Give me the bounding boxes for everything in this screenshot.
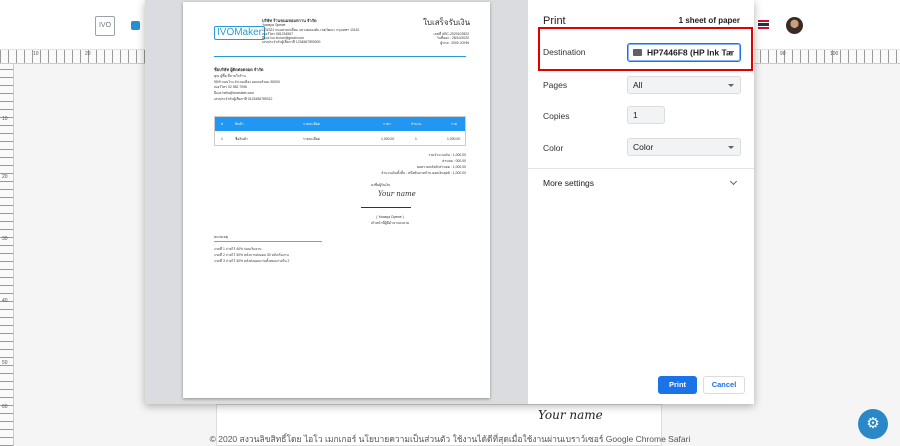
more-settings-toggle[interactable]: More settings (543, 178, 594, 188)
footer-text: © 2020 สงวนลิขสิทธิ์โดย ไอโว เมกเกอร์ นโ… (209, 434, 691, 444)
avatar[interactable] (786, 17, 803, 34)
gear-icon[interactable]: ⚙ (858, 409, 888, 439)
app-logo-icon[interactable]: IVO (95, 16, 115, 36)
thai-flag-icon[interactable] (758, 20, 769, 29)
company-line: เลขประจำตัวผู้เสียภาษี 1234567890000 (262, 40, 321, 45)
print-preview: IVOMaker บริษัท ร้านขนมหอมหวาน จำกัด Yow… (145, 0, 528, 404)
chevron-down-icon (728, 146, 734, 149)
doc-seller: ผู้ขาย : 2000 JOHN (440, 40, 469, 45)
table-cell: 1 (221, 137, 223, 141)
document-meta: เลขที่ #RC-2020102822 วันที่ออก : 28/10/… (409, 32, 469, 45)
sheet-count: 1 sheet of paper (678, 16, 740, 25)
color-value: Color (633, 142, 654, 152)
customer-line: อีเมล hello@ivomaker.com (214, 91, 254, 96)
vertical-ruler: 10 20 30 40 50 60 (0, 64, 14, 446)
company-logo: IVOMaker (214, 26, 266, 40)
customer-line: เลขประจำตัวผู้เสียภาษี 0123456789012 (214, 96, 273, 101)
note-line: งวดที่ 2 จ่ายไว้ 30% หลังจากส่งมอบ 30 หล… (214, 253, 289, 257)
total-line: ส่วนลด : 000.00 (442, 159, 466, 164)
company-info: บริษัท ร้านขนมหอมหวาน จำกัด Yowaya Opewe… (262, 18, 372, 45)
column-header: จำนวน (411, 122, 422, 126)
customer-info: ชื่อบริษัท ผู้ติดต่อตลอด จำกัด คุณ ผู้ซื… (214, 67, 344, 103)
column-header: รายละเอียด (303, 122, 320, 126)
customer-line: คุณ ผู้ซื้อ ที่ภายใจร้าน (214, 73, 246, 78)
notes-block: หมายเหตุ งวดที่ 1 จ่ายไว้ 40% ก่อนเริ่มง… (214, 234, 364, 264)
copies-value: 1 (633, 110, 638, 120)
ruler-label: 60 (2, 404, 8, 410)
column-header: สินค้า (235, 122, 244, 126)
table-header: # สินค้า รายละเอียด ราคา จำนวน รวม (215, 117, 465, 131)
table-cell: ชื่อสินค้า (235, 137, 248, 141)
contact-icon[interactable] (131, 21, 140, 30)
table-cell: รายละเอียด (303, 137, 320, 141)
totals-block: รวมจำนวนเงิน : 1,000.00 ส่วนลด : 000.00 … (339, 152, 466, 176)
customer-name: ชื่อบริษัท ผู้ติดต่อตลอด จำกัด (214, 67, 264, 72)
sign-label: ลงชื่อผู้รับเงิน (371, 183, 391, 187)
copies-input[interactable]: 1 (627, 106, 665, 124)
cancel-button[interactable]: Cancel (703, 376, 745, 394)
destination-highlight-box (538, 27, 753, 71)
signer-role: เจ้าหน้าที่ผู้มีอำนาจลงนาม (370, 221, 410, 225)
customer-line: 99/9 ถนนโรง อำเภอเมือง อดเดอร์รอน 50000 (214, 79, 280, 84)
settings-divider (528, 168, 754, 169)
ruler-label: 20 (85, 51, 91, 57)
header-divider (214, 56, 466, 57)
color-select[interactable]: Color (627, 138, 741, 156)
pages-select[interactable]: All (627, 76, 741, 94)
ruler-label: 90 (780, 51, 786, 57)
ruler-label: 100 (830, 51, 839, 57)
column-header: รวม (451, 122, 457, 126)
signature: Your name (378, 190, 416, 198)
document-title: ใบเสร็จรับเงิน (423, 18, 471, 27)
items-table: # สินค้า รายละเอียด ราคา จำนวน รวม 1 ชื่… (214, 116, 466, 146)
notes-title: หมายเหตุ (214, 235, 228, 239)
preview-page: IVOMaker บริษัท ร้านขนมหอมหวาน จำกัด Yow… (183, 2, 490, 398)
table-cell: 1,000.00 (381, 137, 395, 141)
ruler-label: 40 (2, 298, 8, 304)
table-cell: 1 (415, 137, 417, 141)
pages-label: Pages (543, 80, 568, 90)
signer-name: ( Yowaya Opewe ) (376, 215, 404, 219)
copies-label: Copies (543, 111, 570, 121)
total-line: จำนวนเงินทั้งสิ้น : หนึ่งพันบาทถ้วน ยอดเ… (381, 171, 466, 176)
chevron-down-icon (728, 84, 734, 87)
print-title: Print (543, 15, 566, 27)
company-name: บริษัท ร้านขนมหอมหวาน จำกัด (262, 18, 317, 23)
chevron-down-icon[interactable] (729, 177, 738, 186)
ruler-label: 10 (2, 116, 8, 122)
note-line: งวดที่ 3 จ่ายไว้ 30% หลังส่งมอบงานทั้งหม… (214, 259, 290, 263)
ruler-label: 30 (2, 236, 8, 242)
pages-value: All (633, 80, 643, 90)
print-button[interactable]: Print (658, 376, 697, 394)
ruler-label: 20 (2, 174, 8, 180)
customer-line: เบอร์โทร 02 982 7096 (214, 85, 247, 90)
color-label: Color (543, 143, 564, 153)
background-signature: Your name (538, 408, 603, 422)
total-line: รวมจำนวนเงิน : 1,000.00 (428, 153, 466, 157)
signer-block: ( Yowaya Opewe ) เจ้าหน้าที่ผู้มีอำนาจลง… (366, 214, 414, 226)
total-line: ยอดรวมหลังหักส่วนลด : 1,000.00 (416, 165, 466, 170)
notes-divider (214, 241, 322, 242)
signature-line (361, 207, 411, 208)
table-cell: 1,000.00 (447, 137, 461, 141)
note-line: งวดที่ 1 จ่ายไว้ 40% ก่อนเริ่มงาน (214, 247, 262, 251)
column-header: ราคา (383, 122, 391, 126)
column-header: # (221, 122, 223, 126)
ruler-label: 50 (2, 360, 8, 366)
ruler-label: 10 (33, 51, 39, 57)
